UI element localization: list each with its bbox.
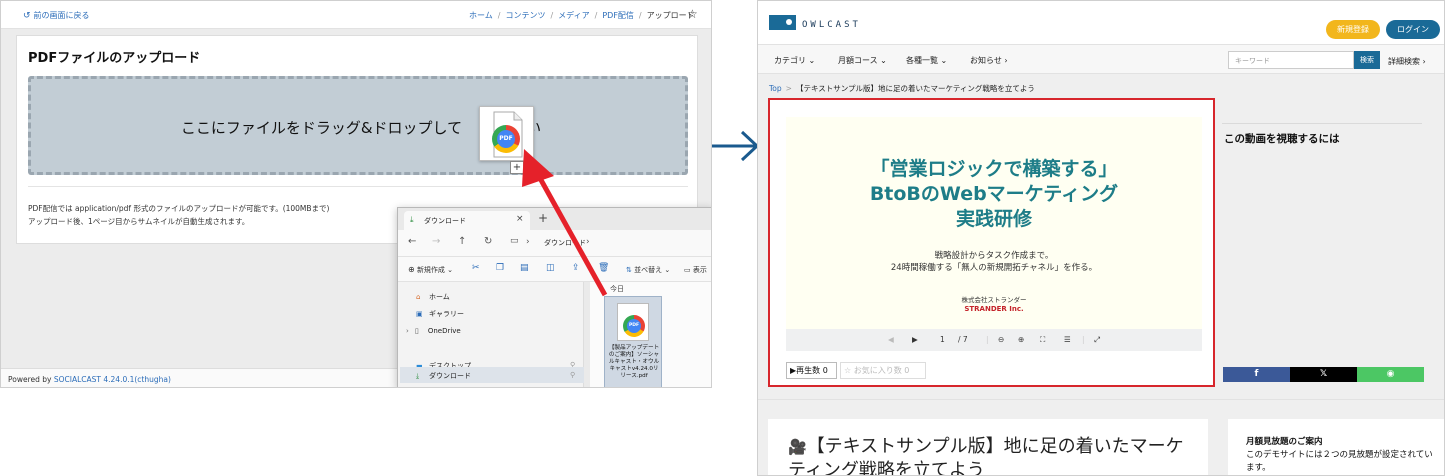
logo-mark[interactable] <box>769 15 796 30</box>
nav-news[interactable]: お知らせ › <box>970 55 1008 66</box>
breadcrumb-top[interactable]: Top <box>769 84 782 93</box>
nav-monthly-course[interactable]: 月額コース ⌄ <box>838 55 887 66</box>
share-x-button[interactable]: 𝕏 <box>1290 367 1357 382</box>
zoom-out-icon[interactable]: ⊖ <box>998 335 1004 344</box>
chevron-down-icon: ⌄ <box>940 56 948 65</box>
article-title: 🎥【テキストサンプル版】地に足の着いたマーケティング戦略を立てよう <box>788 436 1184 476</box>
register-button[interactable]: 新規登録 <box>1326 20 1380 39</box>
page-total: / 7 <box>958 335 968 344</box>
slide-title: 「営業ロジックで構築する」 BtoBのWebマーケティング 実践研修 <box>869 158 1119 230</box>
pdf-toolbar: ◀ ▶ 1 / 7 | ⊖ ⊕ ⛶ ☰ | ⤢ <box>786 329 1202 351</box>
logo-text[interactable]: OWLCAST <box>802 20 861 30</box>
fit-width-icon[interactable]: ☰ <box>1064 335 1071 344</box>
next-page-icon[interactable]: ▶ <box>912 335 918 344</box>
drag-arrow <box>522 149 608 297</box>
share-facebook-button[interactable]: f <box>1223 367 1290 382</box>
prev-page-icon[interactable]: ◀ <box>888 335 894 344</box>
nav-lists[interactable]: 各種一覧 ⌄ <box>906 55 947 66</box>
pdf-slide: 「営業ロジックで構築する」 BtoBのWebマーケティング 実践研修 戦略設計か… <box>786 117 1202 329</box>
chevron-down-icon: ⌄ <box>880 56 887 65</box>
article-card: 🎥【テキストサンプル版】地に足の着いたマーケティング戦略を立てよう <box>768 419 1208 476</box>
plan-text: このデモサイトには２つの見放題が設定されています。 <box>1246 450 1433 473</box>
facebook-icon: f <box>1254 369 1259 379</box>
slide-subtitle: 戦略設計からタスク作成まで。 24時間稼働する「無人の新規開拓チャネル」を作る。 <box>890 251 1098 273</box>
slide-brand-logo: STRANDER Inc. <box>964 305 1024 313</box>
upload-screen: ↺ 前の画面に戻る ホーム / コンテンツ / メディア / PDF配信 / アップロード ☆ P… <box>0 0 712 388</box>
site-header: OWLCAST 新規登録 ログイン <box>758 1 1444 44</box>
chevron-right-icon: › <box>1004 56 1008 65</box>
plan-card: 月額見放題のご案内 このデモサイトには２つの見放題が設定されています。 <box>1228 419 1444 475</box>
search-input[interactable]: キーワード <box>1228 51 1354 69</box>
page-number[interactable]: 1 <box>940 335 945 344</box>
owlcast-site: OWLCAST 新規登録 ログイン カテゴリ ⌄ 月額コース ⌄ 各種一覧 ⌄ … <box>757 0 1445 476</box>
favorite-button[interactable]: ☆ お気に入り数 0 <box>840 362 926 379</box>
sidebar-title: この動画を視聴するには <box>1224 133 1340 145</box>
line-icon: ◉ <box>1386 369 1395 379</box>
search-button[interactable]: 検索 <box>1354 51 1380 69</box>
login-button[interactable]: ログイン <box>1386 20 1440 39</box>
slide-company: 株式会社ストランダー <box>961 296 1027 304</box>
chevron-right-icon: › <box>1422 57 1426 66</box>
play-count: ▶再生数 0 <box>786 362 837 379</box>
chevron-down-icon: ⌄ <box>808 56 816 65</box>
section-divider <box>758 399 1444 400</box>
breadcrumb: Top > 【テキストサンプル版】地に足の着いたマーケティング戦略を立てよう <box>769 84 1035 93</box>
flow-arrow-icon <box>712 130 760 162</box>
composite-screenshot: ↺ 前の画面に戻る ホーム / コンテンツ / メディア / PDF配信 / アップロード ☆ P… <box>0 0 1445 476</box>
share-line-button[interactable]: ◉ <box>1357 367 1424 382</box>
breadcrumb-current: 【テキストサンプル版】地に足の着いたマーケティング戦略を立てよう <box>795 84 1035 93</box>
advanced-search-link[interactable]: 詳細検索 › <box>1388 56 1426 67</box>
fullscreen-icon[interactable]: ⤢ <box>1094 335 1100 345</box>
zoom-in-icon[interactable]: ⊕ <box>1018 335 1024 344</box>
x-icon: 𝕏 <box>1319 369 1328 379</box>
video-camera-icon: 🎥 <box>788 438 807 456</box>
sidebar-divider <box>1222 123 1422 124</box>
pdf-viewer-highlight: 「営業ロジックで構築する」 BtoBのWebマーケティング 実践研修 戦略設計か… <box>768 98 1215 387</box>
fit-page-icon[interactable]: ⛶ <box>1040 335 1045 345</box>
nav-category[interactable]: カテゴリ ⌄ <box>774 55 815 66</box>
plan-title: 月額見放題のご案内 <box>1246 437 1323 447</box>
